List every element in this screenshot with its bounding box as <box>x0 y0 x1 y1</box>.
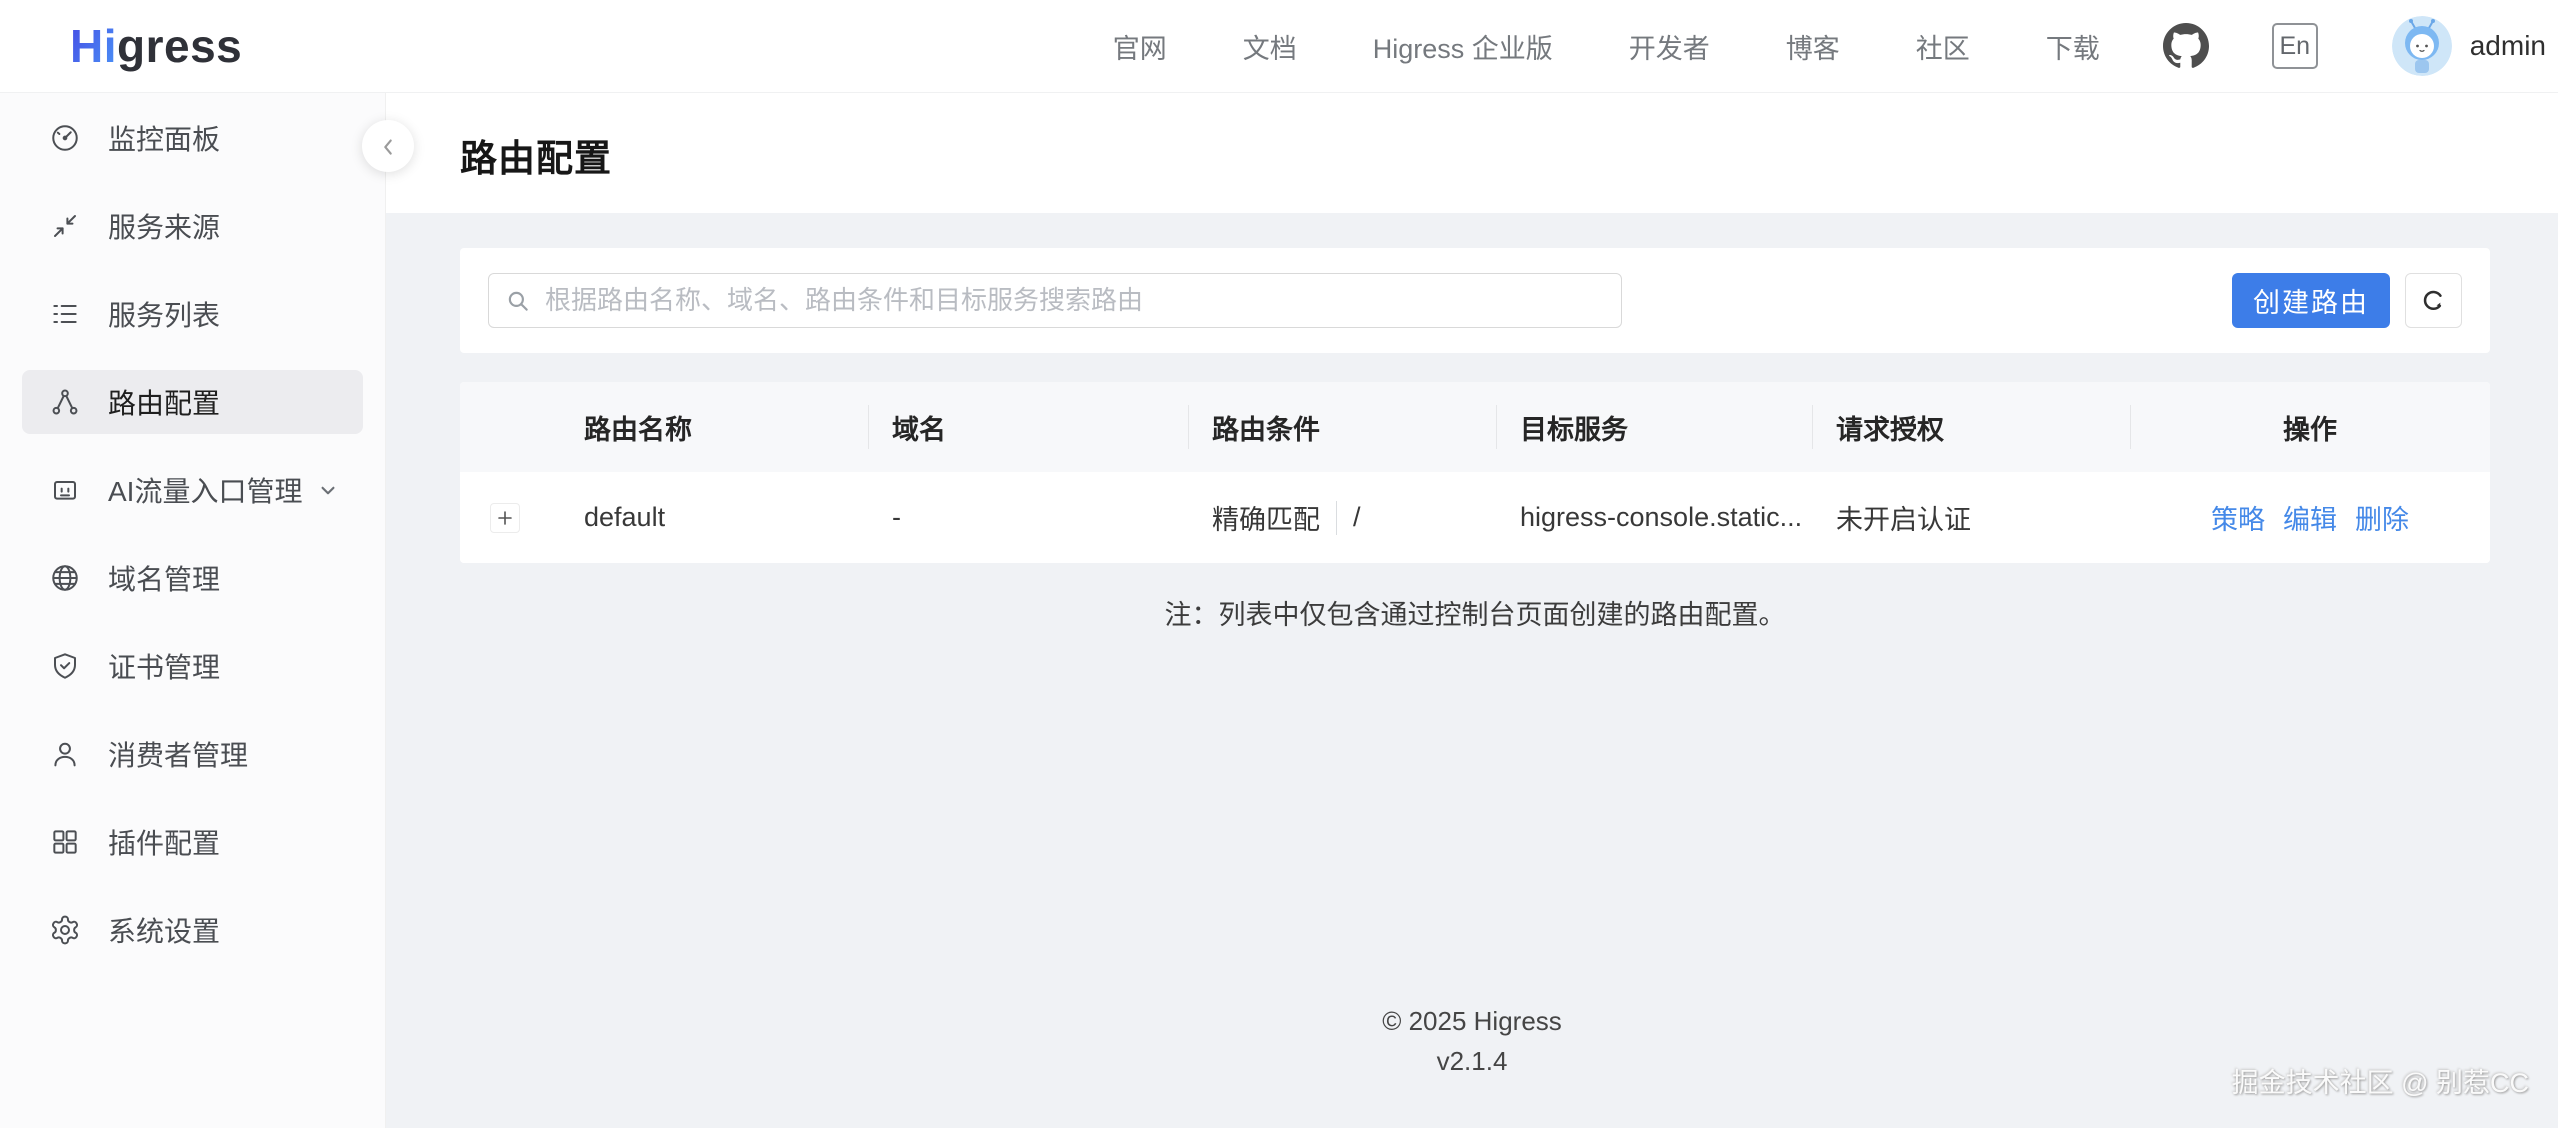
sidebar-collapse-button[interactable] <box>362 120 414 172</box>
route-icon <box>48 385 82 419</box>
header-target-service: 目标服务 <box>1496 382 1812 472</box>
page-header: 路由配置 <box>386 92 2558 213</box>
top-bar: Higress 官网 文档 Higress 企业版 开发者 博客 社区 下载 E… <box>0 0 2558 93</box>
sidebar-item-label: 域名管理 <box>108 558 220 598</box>
table-note: 注：列表中仅包含通过控制台页面创建的路由配置。 <box>460 593 2490 632</box>
sidebar-item-label: 系统设置 <box>108 910 220 950</box>
header-route-condition: 路由条件 <box>1188 382 1496 472</box>
language-toggle[interactable]: En <box>2272 23 2318 69</box>
sidebar-item-route-config[interactable]: 路由配置 <box>22 370 363 434</box>
cell-domain: - <box>868 472 1188 563</box>
brand-logo[interactable]: Higress <box>70 19 242 73</box>
dashboard-icon <box>48 121 82 155</box>
plus-icon <box>496 509 514 527</box>
table-header-row: 路由名称 域名 路由条件 目标服务 请求授权 操作 <box>460 382 2490 472</box>
list-icon <box>48 297 82 331</box>
cell-expand <box>460 472 570 563</box>
sidebar-item-dashboard[interactable]: 监控面板 <box>22 106 363 170</box>
expand-row-button[interactable] <box>490 503 520 533</box>
search-input[interactable] <box>543 284 1621 317</box>
sidebar-item-label: 服务列表 <box>108 294 220 334</box>
appstore-icon <box>48 825 82 859</box>
chevron-down-icon <box>315 477 341 503</box>
chevron-left-icon <box>375 133 401 159</box>
table-row: default - 精确匹配 / higress-console.static.… <box>460 472 2490 563</box>
policy-link[interactable]: 策略 <box>2211 498 2265 537</box>
globe-icon <box>48 561 82 595</box>
higress-console: Higress 官网 文档 Higress 企业版 开发者 博客 社区 下载 E… <box>0 0 2558 1128</box>
sidebar-item-label: 消费者管理 <box>108 734 248 774</box>
sidebar-item-service-list[interactable]: 服务列表 <box>22 282 363 346</box>
sidebar-item-domain-management[interactable]: 域名管理 <box>22 546 363 610</box>
sidebar-item-label: 插件配置 <box>108 822 220 862</box>
top-navigation: 官网 文档 Higress 企业版 开发者 博客 社区 下载 En <box>1113 0 2558 92</box>
username-label[interactable]: admin <box>2470 30 2546 62</box>
cell-target-service: higress-console.static... <box>1496 472 1812 563</box>
user-icon <box>48 737 82 771</box>
sidebar-item-label: 监控面板 <box>108 118 220 158</box>
condition-path: / <box>1353 502 1361 533</box>
cell-route-name: default <box>570 472 868 563</box>
brand-logo-hi: Hi <box>70 20 117 72</box>
shrink-icon <box>48 209 82 243</box>
nav-item-blog[interactable]: 博客 <box>1786 27 1840 66</box>
condition-match-type: 精确匹配 <box>1212 498 1320 537</box>
sidebar-item-label: AI流量入口管理 <box>108 470 302 510</box>
nav-item-docs[interactable]: 文档 <box>1243 27 1297 66</box>
sidebar-item-consumer-management[interactable]: 消费者管理 <box>22 722 363 786</box>
refresh-icon <box>2418 285 2450 317</box>
vertical-divider <box>1336 501 1337 535</box>
search-icon <box>505 288 531 314</box>
nav-item-enterprise[interactable]: Higress 企业版 <box>1373 27 1553 66</box>
header-domain: 域名 <box>868 382 1188 472</box>
header-route-name: 路由名称 <box>570 382 868 472</box>
robot-icon <box>48 473 82 507</box>
routes-table: 路由名称 域名 路由条件 目标服务 请求授权 操作 default - 精确匹配 <box>460 382 2490 563</box>
shield-icon <box>48 649 82 683</box>
sidebar-item-label: 路由配置 <box>108 382 220 422</box>
search-input-wrapper <box>488 273 1622 328</box>
sidebar-item-certificate-management[interactable]: 证书管理 <box>22 634 363 698</box>
nav-item-download[interactable]: 下载 <box>2046 27 2100 66</box>
delete-link[interactable]: 删除 <box>2355 498 2409 537</box>
sidebar-item-label: 证书管理 <box>108 646 220 686</box>
page-title: 路由配置 <box>460 128 612 182</box>
cell-request-auth: 未开启认证 <box>1812 472 2130 563</box>
sidebar: 监控面板 服务来源 服务列表 路由配置 AI流量入口管理 <box>0 92 386 1128</box>
nav-item-home[interactable]: 官网 <box>1113 27 1167 66</box>
brand-logo-rest: gress <box>117 20 242 72</box>
header-request-auth: 请求授权 <box>1812 382 2130 472</box>
nav-item-developer[interactable]: 开发者 <box>1629 27 1710 66</box>
user-avatar[interactable] <box>2392 16 2452 76</box>
copyright-text: © 2025 Higress <box>386 1001 2558 1041</box>
sidebar-item-ai-traffic[interactable]: AI流量入口管理 <box>22 458 363 522</box>
create-route-button[interactable]: 创建路由 <box>2232 273 2390 328</box>
cell-actions: 策略 编辑 删除 <box>2130 472 2490 563</box>
header-expand <box>460 382 570 472</box>
header-actions: 操作 <box>2130 382 2490 472</box>
refresh-button[interactable] <box>2405 273 2462 328</box>
nav-item-community[interactable]: 社区 <box>1916 27 1970 66</box>
sidebar-item-service-sources[interactable]: 服务来源 <box>22 194 363 258</box>
watermark: 掘金技术社区 @ 别惹CC <box>2232 1061 2529 1100</box>
toolbar: 创建路由 <box>460 248 2490 353</box>
cell-route-condition: 精确匹配 / <box>1188 472 1496 563</box>
gear-icon <box>48 913 82 947</box>
sidebar-item-system-settings[interactable]: 系统设置 <box>22 898 363 962</box>
action-links: 策略 编辑 删除 <box>2211 498 2409 537</box>
edit-link[interactable]: 编辑 <box>2283 498 2337 537</box>
main-content: 创建路由 路由名称 域名 路由条件 目标服务 请求授权 操作 <box>386 213 2558 1128</box>
github-icon[interactable] <box>2162 22 2210 70</box>
sidebar-item-label: 服务来源 <box>108 206 220 246</box>
sidebar-item-plugin-config[interactable]: 插件配置 <box>22 810 363 874</box>
